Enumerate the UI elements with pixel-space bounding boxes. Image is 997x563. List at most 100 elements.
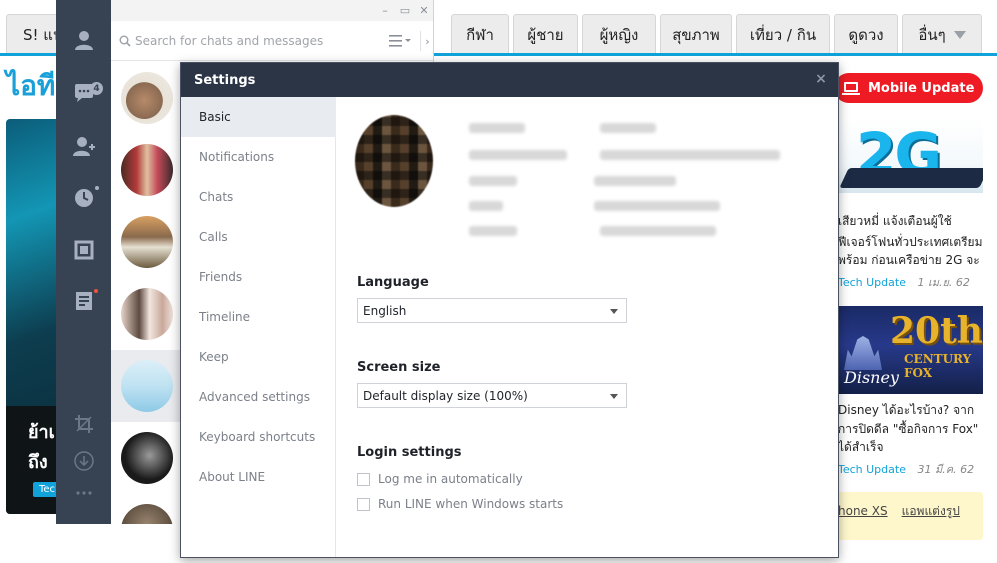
- run-on-startup-checkbox[interactable]: [357, 497, 370, 511]
- blurred-birthday-value: [600, 226, 716, 236]
- thumb-fox-sub: CENTURY FOX: [904, 352, 972, 380]
- news-2-line2[interactable]: การปิดดีล "ซื้อกิจการ Fox": [838, 420, 978, 438]
- screen-size-select[interactable]: Default display size (100%): [357, 383, 627, 408]
- avatar: [121, 72, 173, 124]
- nav-tab-women[interactable]: ผู้หญิง: [582, 14, 656, 54]
- language-label: Language: [357, 275, 429, 290]
- chevron-down-icon: [953, 30, 966, 39]
- blurred-name-value: [600, 123, 656, 133]
- auto-login-option[interactable]: Log me in automatically: [357, 471, 523, 487]
- news-1-line2[interactable]: ฟีเจอร์โฟนทั่วประเทศเตรียม: [838, 233, 983, 251]
- nav-tab-men[interactable]: ผู้ชาย: [513, 14, 578, 54]
- timeline-clock-icon[interactable]: [73, 187, 95, 209]
- news-2-meta: Tech Update 31 มี.ค. 62: [838, 460, 974, 478]
- settings-nav-calls[interactable]: Calls: [181, 217, 336, 257]
- download-icon[interactable]: [73, 450, 95, 472]
- window-titlebar: – ▭ ✕: [111, 0, 433, 21]
- language-select[interactable]: English: [357, 298, 627, 323]
- crop-screenshot-icon[interactable]: [73, 413, 95, 435]
- auto-login-checkbox[interactable]: [357, 472, 370, 486]
- avatar: [121, 144, 173, 196]
- settings-nav-about[interactable]: About LINE: [181, 457, 336, 497]
- news-2-line3[interactable]: ได้สำเร็จ: [838, 438, 883, 456]
- blurred-id-label: [469, 176, 517, 186]
- hero-title-line2: ถึง: [28, 452, 48, 473]
- mobile-update-button[interactable]: Mobile Update: [834, 73, 983, 103]
- news-1-line3[interactable]: พร้อม ก่อนเครือข่าย 2G จะ: [838, 251, 980, 269]
- settings-nav-keep[interactable]: Keep: [181, 337, 336, 377]
- chat-list-item[interactable]: [111, 206, 181, 278]
- line-sidebar: 4: [56, 0, 111, 524]
- nav-tab-more[interactable]: อื่นๆ: [902, 14, 982, 54]
- dropdown-caret-icon: [610, 309, 618, 314]
- phone-graphic: [839, 168, 983, 188]
- profile-picture[interactable]: [355, 115, 433, 207]
- settings-nav-chats[interactable]: Chats: [181, 177, 336, 217]
- nav-tab-health[interactable]: สุขภาพ: [660, 14, 732, 54]
- settings-nav-timeline[interactable]: Timeline: [181, 297, 336, 337]
- keep-notification-dot: [94, 289, 98, 293]
- hero-title[interactable]: ย้าเ ถึง: [28, 418, 55, 478]
- laptop-icon: [842, 81, 860, 95]
- search-bar: ›: [111, 21, 433, 61]
- run-on-startup-option[interactable]: Run LINE when Windows starts: [357, 496, 563, 512]
- today-news-icon[interactable]: [73, 239, 95, 261]
- screen-size-label: Screen size: [357, 360, 441, 375]
- nav-tab-travel[interactable]: เที่ยว / กิน: [736, 14, 830, 54]
- avatar: [121, 216, 173, 268]
- close-window-button[interactable]: ✕: [417, 3, 431, 17]
- avatar: [121, 432, 173, 484]
- blurred-email-label: [469, 201, 503, 211]
- chat-list-item[interactable]: [111, 422, 181, 494]
- chat-list-item[interactable]: [111, 134, 181, 206]
- avatar: [121, 288, 173, 340]
- close-icon[interactable]: ×: [814, 72, 828, 86]
- yellow-link-2[interactable]: แอพแต่งรูป: [902, 504, 960, 518]
- chat-list-item-selected[interactable]: [111, 350, 181, 422]
- site-logo-text: ไอที: [6, 69, 56, 102]
- nav-tab-more-label: อื่นๆ: [918, 25, 946, 44]
- maximize-button[interactable]: ▭: [398, 3, 412, 17]
- chat-list-item[interactable]: [111, 62, 181, 134]
- blurred-birthday-label: [469, 226, 517, 236]
- settings-nav-shortcuts[interactable]: Keyboard shortcuts: [181, 417, 336, 457]
- blurred-status-label: [469, 150, 567, 160]
- screen-size-value: Default display size (100%): [363, 388, 528, 403]
- yellow-link-1[interactable]: hone XS: [838, 504, 888, 518]
- settings-dialog: Settings × Basic Notifications Chats Cal…: [180, 62, 839, 558]
- blurred-name-label: [469, 123, 525, 133]
- settings-nav: Basic Notifications Chats Calls Friends …: [181, 97, 336, 557]
- avatar: [121, 504, 173, 524]
- nav-tab-sport[interactable]: กีฬา: [451, 14, 509, 54]
- avatar: [121, 360, 173, 412]
- friends-icon[interactable]: [73, 29, 95, 51]
- chat-list-item[interactable]: [111, 494, 181, 524]
- keep-notes-icon[interactable]: [73, 290, 95, 312]
- chat-list-item[interactable]: [111, 278, 181, 350]
- settings-nav-basic[interactable]: Basic: [181, 97, 336, 137]
- settings-nav-notifications[interactable]: Notifications: [181, 137, 336, 177]
- auto-login-label: Log me in automatically: [378, 472, 523, 486]
- search-input[interactable]: [135, 31, 375, 51]
- collapse-panel-button[interactable]: ›: [420, 31, 433, 51]
- more-dots-icon[interactable]: [73, 482, 95, 504]
- settings-nav-advanced[interactable]: Advanced settings: [181, 377, 336, 417]
- news-2-category[interactable]: Tech Update: [838, 463, 906, 476]
- thumb-fox-brand: Disney: [844, 368, 899, 387]
- news-1-category[interactable]: Tech Update: [838, 276, 906, 289]
- news-1-line1[interactable]: เสียวหมี่ แจ้งเตือนผู้ใช้: [838, 212, 952, 230]
- yellow-link-box: hone XS แอพแต่งรูป: [834, 492, 983, 540]
- add-friend-icon[interactable]: [73, 135, 95, 157]
- nav-tab-horoscope[interactable]: ดูดวง: [834, 14, 898, 54]
- minimize-button[interactable]: –: [378, 3, 392, 17]
- settings-nav-friends[interactable]: Friends: [181, 257, 336, 297]
- news-thumb-2g[interactable]: 2G: [838, 118, 983, 193]
- castle-graphic: [844, 336, 882, 370]
- news-thumb-fox[interactable]: 20th CENTURY FOX Disney: [838, 306, 983, 394]
- news-2-date: 31 มี.ค. 62: [917, 463, 975, 476]
- blurred-status-value: [600, 150, 780, 160]
- list-menu-icon[interactable]: [389, 34, 411, 48]
- thumb-fox-text: 20th: [890, 310, 983, 352]
- timeline-dot: [95, 186, 99, 190]
- news-2-line1[interactable]: Disney ได้อะไรบ้าง? จาก: [838, 401, 974, 419]
